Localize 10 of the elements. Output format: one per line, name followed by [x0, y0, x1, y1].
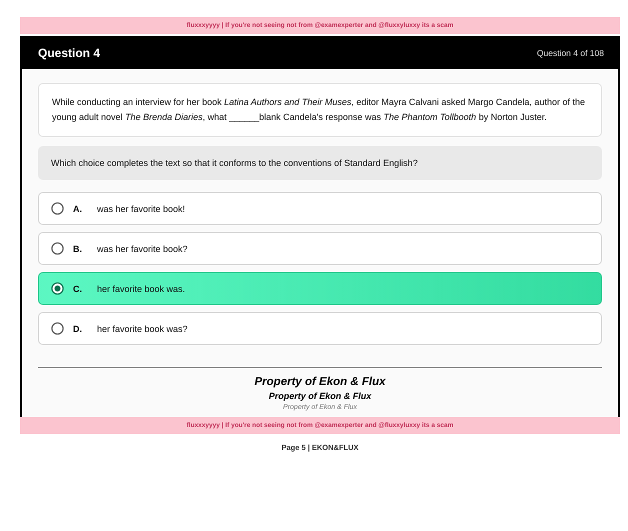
question-prompt: Which choice completes the text so that it conforms to the conventions of Standard English?: [38, 146, 602, 180]
question-title: Question 4: [38, 46, 100, 60]
answer-choice[interactable]: B. was her favorite book?: [38, 232, 602, 265]
property-notice: Property of Ekon & Flux: [254, 376, 386, 388]
property-notice: Property of Ekon & Flux: [268, 391, 372, 401]
answer-choice[interactable]: C. her favorite book was.: [38, 272, 602, 305]
passage-text: While conducting an interview for her book Latina Authors and Their Muses, editor Mayra Calvani asked Margo Candela, author of the young adult novel The Brenda Diaries, what ______blank Candela's response was The Phantom Tollbooth by Norton Juster.: [38, 83, 602, 137]
answer-choice[interactable]: A. was her favorite book!: [38, 192, 602, 225]
answer-choice[interactable]: D. her favorite book was?: [38, 312, 602, 345]
question-counter: Question 4 of 108: [536, 48, 604, 58]
